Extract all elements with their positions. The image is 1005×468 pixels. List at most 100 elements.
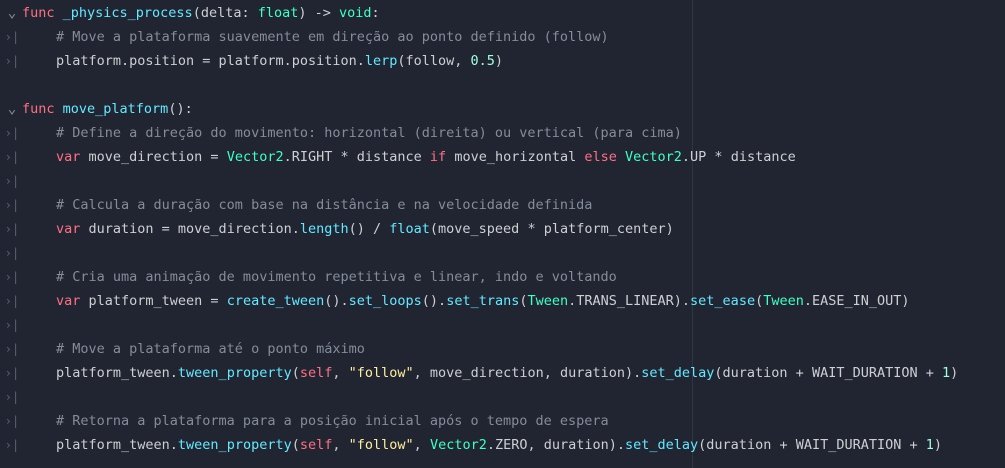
code-line[interactable]: ›| platform_tween.tween_property(self, "f…	[0, 361, 1005, 385]
code-token: (duration + WAIT_DURATION +	[698, 437, 926, 453]
code-token: _physics_process	[62, 5, 193, 21]
code-text: var duration = move_direction.length() /…	[56, 217, 674, 241]
code-token: Tween	[763, 293, 804, 309]
code-token: float	[257, 5, 299, 21]
code-token: length	[299, 221, 349, 237]
code-token: "follow"	[348, 437, 414, 453]
tab-marker-icon: ›|	[4, 438, 20, 452]
code-token: duration = move_direction.	[80, 221, 300, 237]
code-token: # Define a direção do movimento: horizon…	[56, 125, 682, 141]
code-line[interactable]: ›| platform.position = platform.position.…	[0, 49, 1005, 73]
tab-marker-icon: ›|	[4, 54, 20, 68]
code-token: (duration + WAIT_DURATION +	[714, 365, 942, 381]
code-token: self	[299, 437, 333, 453]
code-line[interactable]: ›| # Define a direção do movimento: horiz…	[0, 121, 1005, 145]
code-line[interactable]: ›| # Move a plataforma até o ponto máximo	[0, 337, 1005, 361]
tab-marker-icon: ›|	[4, 174, 20, 188]
code-token: :	[371, 5, 380, 21]
code-line[interactable]: ›| # Retorna a plataforma para a posição …	[0, 409, 1005, 433]
code-line[interactable]: ⌄ func _physics_process(delta: float) -> …	[0, 1, 1005, 25]
tab-marker-icon: ›|	[4, 30, 20, 44]
code-token: .EASE_IN_OUT)	[803, 293, 910, 309]
code-token: if	[429, 149, 447, 165]
code-token: void	[339, 5, 372, 21]
code-token: (follow,	[397, 53, 471, 69]
code-token: .ZERO, duration).	[486, 437, 626, 453]
code-token: Vector2	[429, 437, 487, 453]
code-text: # Move a plataforma até o ponto máximo	[56, 337, 365, 361]
code-token: platform_tween.	[56, 437, 178, 453]
code-token: func	[22, 5, 63, 21]
code-token: (	[291, 437, 300, 453]
code-token: Vector2	[226, 149, 284, 165]
code-token: set_delay	[625, 437, 699, 453]
code-token: var	[56, 293, 81, 309]
code-line[interactable]: ›|	[0, 313, 1005, 337]
tab-marker-icon: ›|	[4, 222, 20, 236]
tab-marker-icon: ›|	[4, 150, 20, 164]
code-token: 1	[925, 437, 934, 453]
code-token: # Calcula a duração com base na distânci…	[56, 197, 593, 213]
tab-marker-icon: ›|	[4, 318, 20, 332]
code-line[interactable]: ›|	[0, 385, 1005, 409]
code-token: else	[584, 149, 617, 165]
code-token: .RIGHT * distance	[283, 149, 430, 165]
code-token: )	[950, 365, 959, 381]
code-token: ().	[324, 293, 349, 309]
code-token: ().	[421, 293, 447, 309]
code-token: ():	[168, 101, 193, 117]
code-token: # Retorna a plataforma para a posição in…	[56, 413, 609, 429]
code-text: # Retorna a plataforma para a posição in…	[56, 409, 609, 433]
code-text: platform.position = platform.position.le…	[56, 49, 503, 73]
code-editor[interactable]: ⌄ func _physics_process(delta: float) -> …	[0, 0, 1005, 468]
code-token: platform_tween.	[56, 365, 178, 381]
code-token: platform_tween =	[80, 293, 227, 309]
tab-marker-icon: ›|	[4, 342, 20, 356]
code-token: set_ease	[690, 293, 756, 309]
code-token: lerp	[364, 53, 398, 69]
code-token: (move_speed * platform_center)	[429, 221, 674, 237]
code-token: Vector2	[625, 149, 682, 165]
code-text: # Calcula a duração com base na distânci…	[56, 193, 592, 217]
code-token: self	[299, 365, 333, 381]
code-text: var move_direction = Vector2.RIGHT * dis…	[56, 145, 796, 169]
code-token: ,	[413, 437, 430, 453]
tab-marker-icon: ›|	[4, 366, 20, 380]
code-line[interactable]: ⌄ func move_platform():	[0, 97, 1005, 121]
chevron-down-icon[interactable]: ⌄	[4, 1, 20, 25]
code-token: # Move a plataforma até o ponto máximo	[56, 341, 365, 357]
code-token: var	[56, 149, 81, 165]
code-line[interactable]: ›| # Move a plataforma suavemente em dire…	[0, 25, 1005, 49]
code-line[interactable]: ›| var platform_tween = create_tween().se…	[0, 289, 1005, 313]
code-token: # Move a plataforma suavemente em direçã…	[56, 29, 609, 45]
code-token: )	[494, 53, 504, 69]
code-text: # Define a direção do movimento: horizon…	[56, 121, 682, 145]
code-line[interactable]: ›| # Cria uma animação de movimento repet…	[0, 265, 1005, 289]
code-token: .UP * distance	[681, 149, 796, 165]
code-token: (delta:	[192, 5, 258, 21]
code-line[interactable]: ›| # Calcula a duração com base na distân…	[0, 193, 1005, 217]
code-token: tween_property	[177, 437, 292, 453]
tab-marker-icon: ›|	[4, 294, 20, 308]
code-token: var	[56, 221, 81, 237]
tab-marker-icon: ›|	[4, 246, 20, 260]
code-token: set_delay	[641, 365, 715, 381]
tab-marker-icon: ›|	[4, 126, 20, 140]
code-token: ) ->	[298, 5, 339, 21]
code-token: set_trans	[446, 293, 520, 309]
code-token: "follow"	[348, 365, 414, 381]
code-line[interactable]: ›| var duration = move_direction.length()…	[0, 217, 1005, 241]
code-line[interactable]: ›| platform_tween.tween_property(self, "f…	[0, 433, 1005, 457]
code-token: (	[291, 365, 300, 381]
code-line[interactable]	[0, 73, 1005, 97]
code-line[interactable]: ›| var move_direction = Vector2.RIGHT * d…	[0, 145, 1005, 169]
code-token: () /	[348, 221, 390, 237]
code-line[interactable]: ›|	[0, 169, 1005, 193]
code-token: ,	[332, 365, 349, 381]
chevron-down-icon[interactable]: ⌄	[4, 97, 20, 121]
code-token: ,	[332, 437, 349, 453]
code-line[interactable]: ›|	[0, 241, 1005, 265]
code-token: 0.5	[470, 53, 495, 69]
tab-marker-icon: ›|	[4, 390, 20, 404]
code-token: move_platform	[62, 101, 169, 117]
